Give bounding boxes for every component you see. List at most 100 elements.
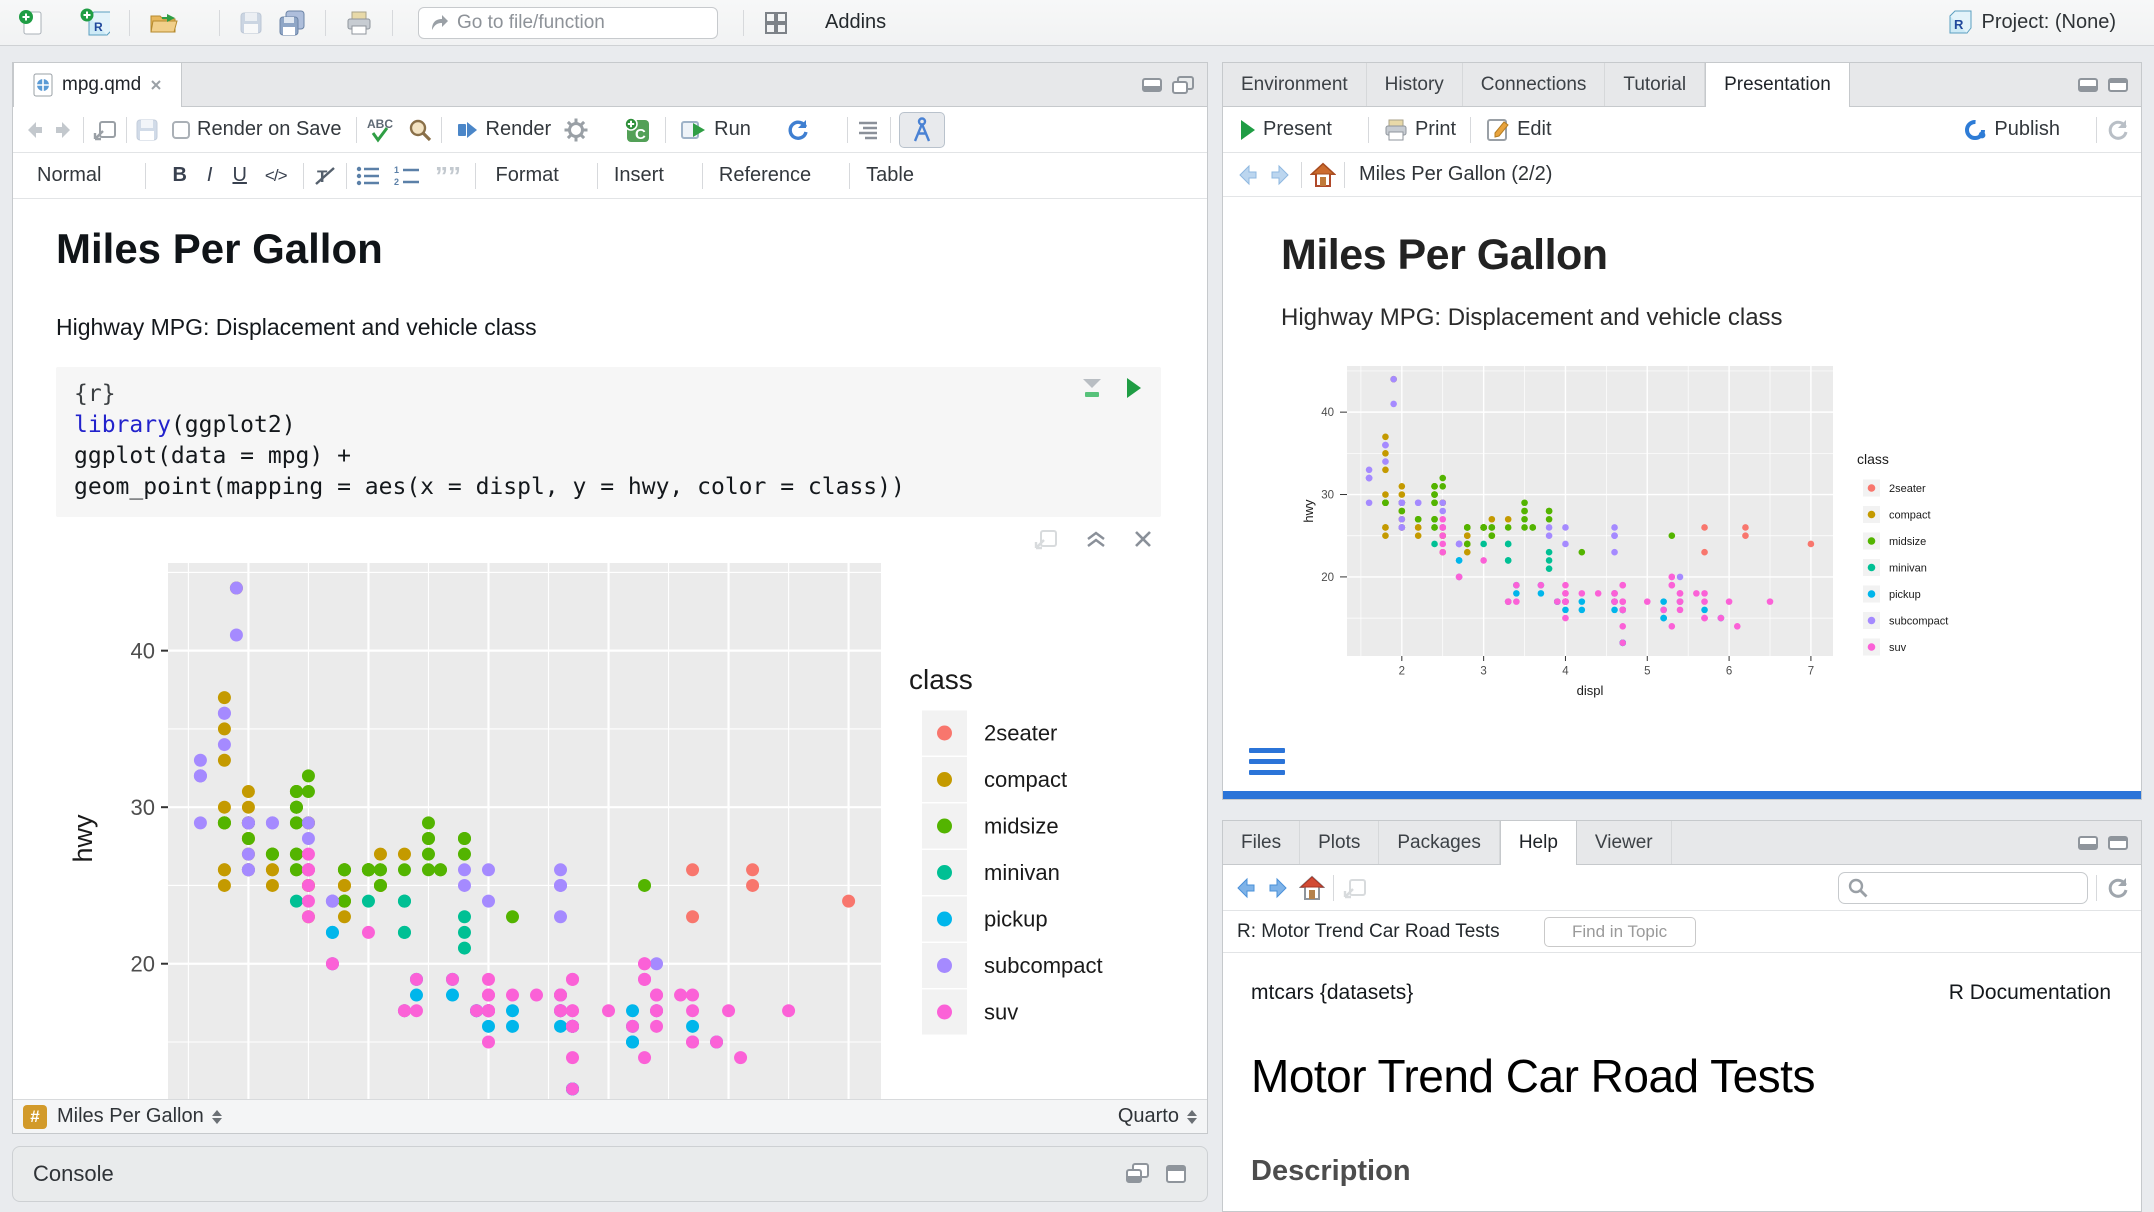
outline-updown-icon[interactable]: [212, 1110, 222, 1124]
minimize-pane-icon[interactable]: [1141, 76, 1163, 94]
help-document[interactable]: mtcars {datasets} R Documentation Motor …: [1223, 953, 2141, 1211]
slide-menu-icon[interactable]: [1249, 748, 1285, 775]
blockquote-icon[interactable]: ””: [433, 165, 461, 187]
bold-button[interactable]: B: [162, 164, 196, 187]
goto-file-input[interactable]: Go to file/function: [418, 7, 718, 39]
table-menu[interactable]: Table: [860, 162, 942, 189]
popout-icon[interactable]: [92, 118, 118, 142]
chunk-code[interactable]: library(ggplot2)ggplot(data = mpg) + geo…: [74, 410, 1143, 503]
tab-help[interactable]: Help: [1500, 821, 1577, 865]
back-icon[interactable]: [1233, 876, 1259, 900]
back-icon[interactable]: [23, 119, 47, 141]
forward-icon[interactable]: [1265, 876, 1291, 900]
tab-connections[interactable]: Connections: [1463, 63, 1606, 106]
run-chunks-above-icon[interactable]: [1081, 377, 1103, 399]
tab-plots[interactable]: Plots: [1300, 821, 1379, 864]
maximize-pane-icon[interactable]: [1171, 75, 1195, 95]
tab-tutorial[interactable]: Tutorial: [1605, 63, 1705, 106]
show-in-window-icon[interactable]: [1033, 527, 1059, 551]
render-on-save-checkbox[interactable]: Render on Save: [165, 116, 348, 143]
doc-mode[interactable]: Quarto: [1118, 1105, 1179, 1128]
gear-icon: [563, 117, 589, 143]
spellcheck-icon[interactable]: ABC: [365, 116, 397, 144]
refresh-icon[interactable]: [2105, 875, 2131, 901]
document-canvas[interactable]: Miles Per Gallon Highway MPG: Displaceme…: [13, 199, 1207, 1099]
paragraph-style-select[interactable]: Normal: [31, 162, 129, 189]
svg-text:suv: suv: [984, 1000, 1018, 1025]
code-format-button[interactable]: </>: [257, 166, 295, 186]
slide-preview: Miles Per Gallon Highway MPG: Displaceme…: [1223, 197, 2141, 791]
visual-editor-toggle[interactable]: [899, 112, 945, 148]
forward-icon[interactable]: [1267, 163, 1293, 187]
tab-mpg-qmd[interactable]: mpg.qmd: [13, 63, 182, 107]
tab-environment[interactable]: Environment: [1223, 63, 1367, 106]
print-button[interactable]: [341, 6, 377, 40]
chunk-output-toolbar: [56, 517, 1161, 561]
addins-button[interactable]: Addins: [821, 8, 911, 37]
minimize-pane-icon[interactable]: [2077, 76, 2099, 94]
close-output-icon[interactable]: [1133, 529, 1153, 549]
minimize-pane-icon[interactable]: [2077, 834, 2099, 852]
doc-title: Miles Per Gallon: [56, 225, 1161, 273]
new-project-button[interactable]: R: [76, 5, 114, 41]
help-search-input[interactable]: [1838, 872, 2088, 904]
clear-format-icon[interactable]: T: [312, 164, 338, 188]
reference-menu[interactable]: Reference: [713, 162, 839, 189]
tab-packages[interactable]: Packages: [1379, 821, 1499, 864]
refresh-icon[interactable]: [2105, 117, 2131, 143]
insert-menu[interactable]: Insert: [608, 162, 692, 189]
pane-layout-button[interactable]: [759, 7, 814, 39]
run-chunk-icon[interactable]: [1125, 377, 1143, 399]
italic-button[interactable]: I: [197, 164, 223, 187]
project-menu[interactable]: R Project: (None): [1944, 8, 2141, 38]
collapse-output-icon[interactable]: [1085, 529, 1107, 549]
svg-text:pickup: pickup: [1889, 589, 1921, 601]
tab-viewer[interactable]: Viewer: [1577, 821, 1672, 864]
render-button[interactable]: Render: [450, 116, 558, 144]
tab-presentation[interactable]: Presentation: [1705, 63, 1850, 107]
close-icon[interactable]: [149, 78, 163, 92]
maximize-pane-icon[interactable]: [2107, 76, 2129, 94]
tab-history[interactable]: History: [1367, 63, 1463, 106]
code-chunk[interactable]: {r} library(ggplot2)ggplot(data = mpg) +…: [56, 367, 1161, 517]
numbered-list-icon[interactable]: 12: [393, 165, 421, 187]
save-all-button[interactable]: [274, 6, 310, 40]
tab-files[interactable]: Files: [1223, 821, 1300, 864]
present-label: Present: [1263, 118, 1332, 141]
save-icon[interactable]: [135, 118, 159, 142]
find-in-topic-input[interactable]: Find in Topic: [1544, 917, 1696, 947]
maximize-pane-icon[interactable]: [2107, 834, 2129, 852]
svg-text:suv: suv: [1889, 642, 1907, 654]
new-file-button[interactable]: [14, 5, 69, 41]
restore-pane-icon[interactable]: [1125, 1162, 1151, 1186]
back-icon[interactable]: [1235, 163, 1261, 187]
topic-selector[interactable]: R: Motor Trend Car Road Tests: [1237, 919, 1528, 945]
show-in-window-icon[interactable]: [1342, 876, 1368, 900]
console-pane-header[interactable]: Console: [12, 1146, 1208, 1202]
open-folder-icon: [149, 10, 179, 36]
forward-icon[interactable]: [51, 119, 75, 141]
svg-text:6: 6: [1726, 666, 1732, 678]
outline-icon[interactable]: [856, 119, 882, 141]
editor-tabstrip: mpg.qmd: [13, 63, 1207, 107]
slide-selector[interactable]: Miles Per Gallon (2/2): [1353, 161, 1580, 188]
save-button[interactable]: [235, 8, 267, 38]
search-icon[interactable]: [407, 117, 433, 143]
outline-location[interactable]: Miles Per Gallon: [57, 1105, 204, 1128]
insert-chunk-button[interactable]: C: [617, 114, 657, 146]
maximize-pane-icon[interactable]: [1165, 1164, 1187, 1184]
edit-presentation-button[interactable]: Edit: [1479, 115, 1557, 145]
present-button[interactable]: Present: [1233, 116, 1360, 143]
publish-button[interactable]: Publish: [1956, 115, 2088, 145]
render-settings-button[interactable]: [557, 115, 617, 145]
mode-updown-icon[interactable]: [1187, 1110, 1197, 1124]
open-file-button[interactable]: [145, 7, 204, 39]
bullet-list-icon[interactable]: [355, 165, 381, 187]
rerun-button[interactable]: [779, 115, 839, 145]
run-button[interactable]: Run: [674, 116, 779, 144]
home-icon[interactable]: [1299, 875, 1325, 901]
print-presentation-button[interactable]: Print: [1377, 115, 1462, 145]
underline-button[interactable]: U: [222, 164, 256, 187]
home-icon[interactable]: [1310, 162, 1336, 188]
format-menu[interactable]: Format: [490, 162, 587, 189]
